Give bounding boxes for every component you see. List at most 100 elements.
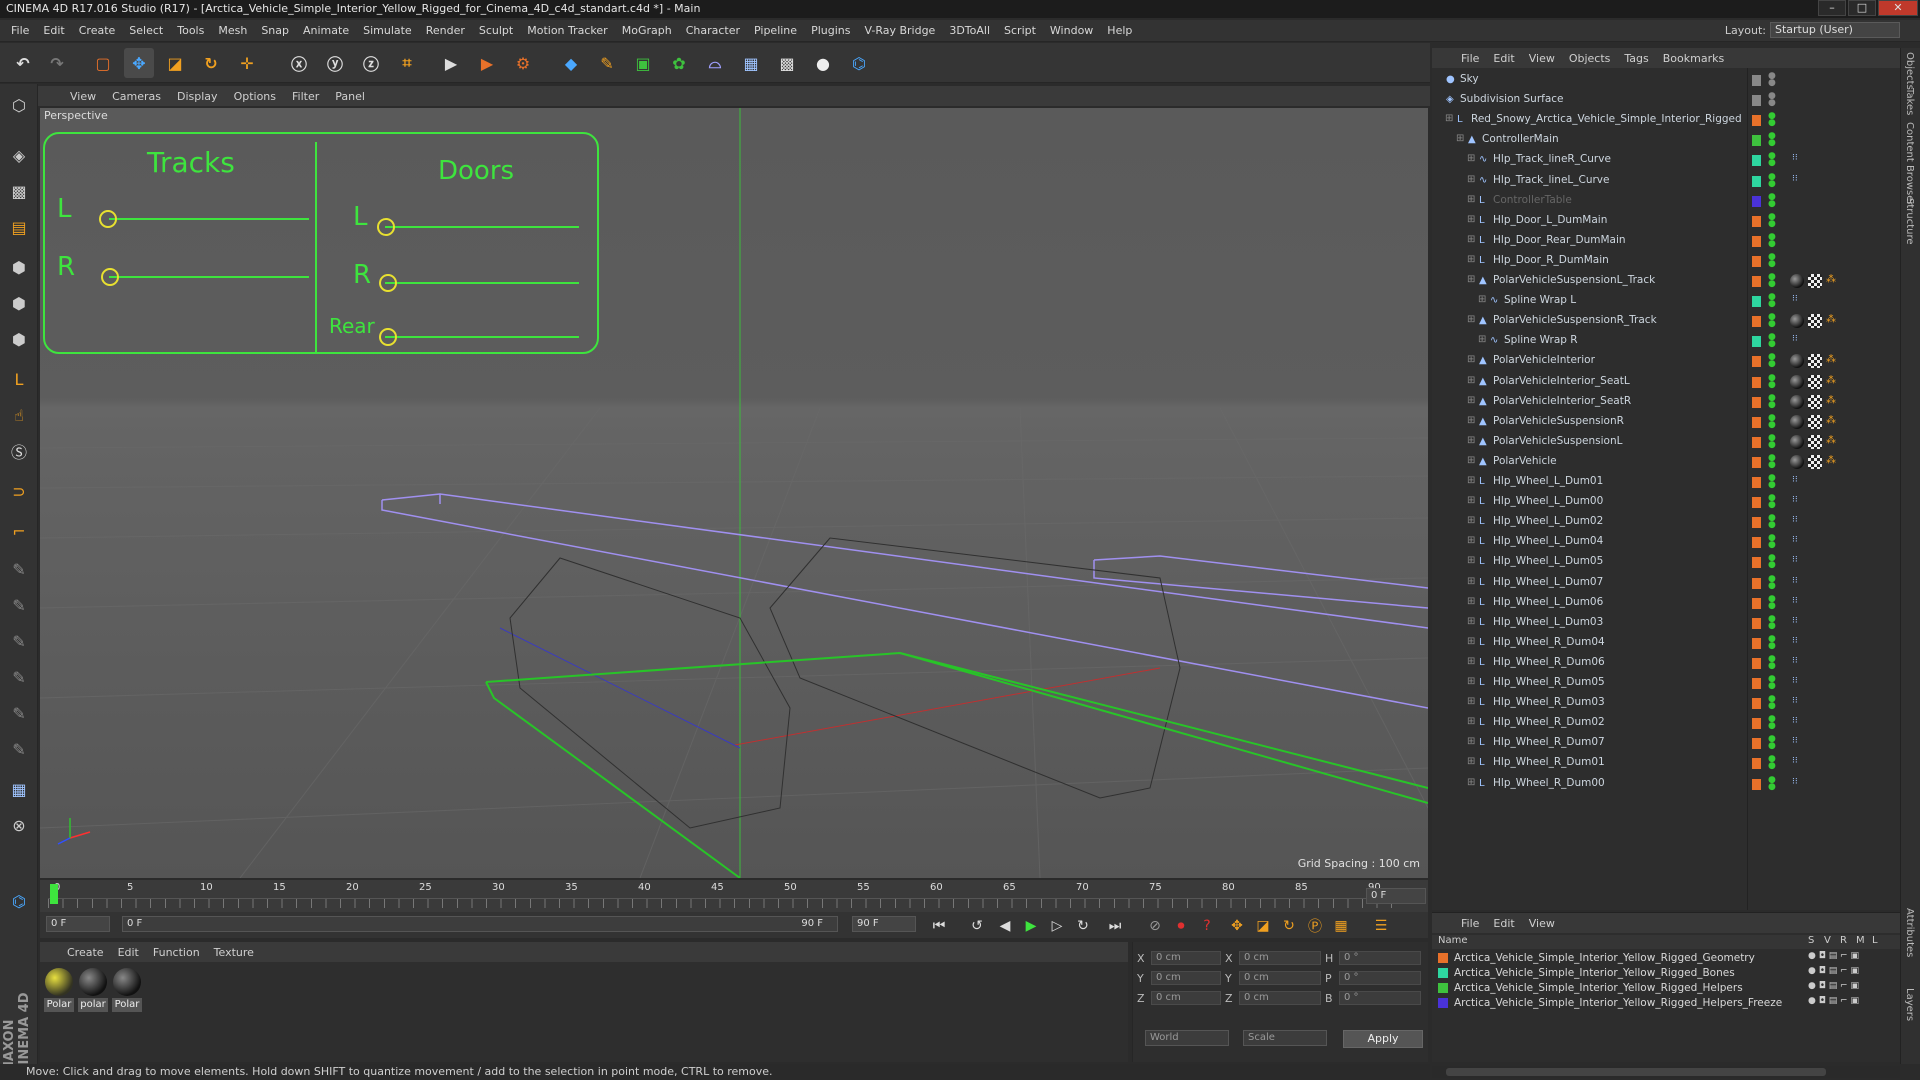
step-back-icon[interactable]: ◀ [994,916,1016,936]
go-to-end-icon[interactable]: ⏭ [1104,916,1126,936]
menu-file[interactable]: File [4,24,36,37]
object-row[interactable]: ⊞ L Hlp_Wheel_R_Dum06 ● ● ⁝⁝ [1432,653,1900,673]
motion-path-icon[interactable]: ⊘ [1144,916,1166,936]
expand-icon[interactable]: ⊞ [1467,696,1475,707]
object-name[interactable]: Hlp_Wheel_L_Dum00 [1493,495,1603,507]
material-tag-icon[interactable] [1790,454,1804,469]
layer-color-swatch[interactable] [1752,115,1761,127]
layer-color-swatch[interactable] [1752,456,1761,468]
expand-icon[interactable]: ⊞ [1467,555,1475,566]
layer-color-swatch[interactable] [1752,738,1761,750]
layer-color-swatch[interactable] [1752,778,1761,790]
layer-name[interactable]: Arctica_Vehicle_Simple_Interior_Yellow_R… [1454,967,1735,979]
menu-simulate[interactable]: Simulate [356,24,419,37]
object-row[interactable]: ⊞ L Hlp_Wheel_R_Dum04 ● ● ⁝⁝ [1432,633,1900,653]
object-row[interactable]: ⊞ ▲ ControllerMain ● ● [1432,130,1900,150]
weight-tag-icon[interactable]: ⁂ [1826,354,1840,368]
object-row[interactable]: ⊞ L Hlp_Wheel_L_Dum00 ● ● ⁝⁝ [1432,492,1900,512]
material-item[interactable]: Polar [44,968,74,1012]
layer-color-swatch[interactable] [1752,517,1761,529]
object-name[interactable]: PolarVehicle [1493,455,1557,467]
material-item[interactable]: Polar [112,968,142,1012]
weight-tag-icon[interactable]: ⁂ [1826,314,1840,328]
object-row[interactable]: ⊞ ▲ PolarVehicleInterior_SeatL ● ● ⁂ [1432,372,1900,392]
lock-workplane-icon[interactable]: ⊗ [4,810,34,840]
key-rotation-icon[interactable]: ↻ [1278,916,1300,936]
axis-mode-icon[interactable]: L [4,364,34,394]
layer-color-swatch[interactable] [1752,376,1761,388]
menu-create[interactable]: Create [72,24,123,37]
object-name[interactable]: Hlp_Wheel_L_Dum04 [1493,535,1603,547]
viewport-menu-filter[interactable]: Filter [284,90,327,103]
constraint-tag-icon[interactable]: ⁝⁝ [1792,515,1806,529]
object-name[interactable]: Hlp_Track_lineL_Curve [1493,174,1609,186]
material-menu-texture[interactable]: Texture [207,946,261,959]
visibility-dots-icon[interactable]: ● ● [1768,132,1776,148]
edges-mode-icon[interactable]: ⬢ [4,288,34,318]
coord-field[interactable]: 0 cm [1239,951,1321,965]
material-tag-icon[interactable] [1790,354,1804,369]
texture-tag-icon[interactable] [1808,274,1822,288]
layer-color-swatch[interactable] [1752,416,1761,428]
deformer-icon[interactable]: ⌓ [700,48,730,78]
layer-color-swatch[interactable] [1752,255,1761,267]
weight-tag-icon[interactable]: ⁂ [1826,455,1840,469]
object-row[interactable]: ⊞ L Hlp_Wheel_R_Dum05 ● ● ⁝⁝ [1432,673,1900,693]
menu-select[interactable]: Select [122,24,170,37]
object-name[interactable]: Hlp_Wheel_R_Dum06 [1493,656,1605,668]
texture-mode-icon[interactable]: ▩ [4,176,34,206]
viewport-menu-panel[interactable]: Panel [327,90,373,103]
weight-tag-icon[interactable]: ⁂ [1826,274,1840,288]
brush-icon-2[interactable]: ✎ [4,590,34,620]
object-row[interactable]: ⊞ L Hlp_Door_L_DumMain ● ● [1432,211,1900,231]
layer-color-swatch[interactable] [1752,75,1761,86]
constraint-tag-icon[interactable]: ⁝⁝ [1792,153,1806,167]
expand-icon[interactable]: ⊞ [1478,294,1486,305]
expand-icon[interactable]: ⊞ [1467,214,1475,225]
layer-row[interactable]: Arctica_Vehicle_Simple_Interior_Yellow_R… [1438,981,1743,995]
go-to-start-icon[interactable]: ⏮ [928,916,950,936]
layer-name[interactable]: Arctica_Vehicle_Simple_Interior_Yellow_R… [1454,982,1743,994]
door-l-slider[interactable] [377,218,395,236]
visibility-dots-icon[interactable]: ● ● [1768,453,1776,469]
coord-field[interactable]: 0 cm [1239,991,1321,1005]
visibility-dots-icon[interactable]: ● ● [1768,373,1776,389]
layer-color-swatch[interactable] [1752,617,1761,629]
expand-icon[interactable]: ⊞ [1467,576,1475,587]
door-r-slider[interactable] [379,274,397,292]
brush-icon-5[interactable]: ✎ [4,698,34,728]
menu-sculpt[interactable]: Sculpt [472,24,520,37]
layer-color-swatch[interactable] [1752,316,1761,328]
layer-color-swatch[interactable] [1752,597,1761,609]
expand-icon[interactable]: ⊞ [1467,777,1475,788]
layer-color-swatch[interactable] [1752,235,1761,247]
maximize-icon[interactable]: □ [1848,0,1876,16]
layer-toggles-icon[interactable]: ● ◘ ▤ ⌐ ▣ [1808,981,1859,991]
subdivision-icon[interactable]: ▣ [628,48,658,78]
start-frame-field[interactable]: 0 F [46,916,110,932]
brush-icon-6[interactable]: ✎ [4,734,34,764]
side-tab-content-browser[interactable]: Content Browser [1904,122,1915,205]
x-axis-icon[interactable]: ⓧ [284,48,314,78]
layer-color-swatch[interactable] [1752,95,1761,107]
object-row[interactable]: ⊞ ▲ PolarVehicleSuspensionR_Track ● ● ⁂ [1432,311,1900,331]
expand-icon[interactable]: ⊞ [1467,596,1475,607]
y-axis-icon[interactable]: ⓨ [320,48,350,78]
texture-tag-icon[interactable] [1808,394,1822,409]
menu-v-ray-bridge[interactable]: V-Ray Bridge [857,24,942,37]
expand-icon[interactable]: ⊞ [1467,254,1475,265]
playhead[interactable] [50,884,58,904]
object-menu-file[interactable]: File [1454,52,1486,65]
object-row[interactable]: ⊞ L Hlp_Wheel_L_Dum04 ● ● ⁝⁝ [1432,532,1900,552]
object-name[interactable]: ControllerTable [1493,194,1572,206]
object-row[interactable]: ● Sky ● ● [1432,70,1900,90]
object-name[interactable]: PolarVehicleInterior [1493,354,1595,366]
layer-toggles-icon[interactable]: ● ◘ ▤ ⌐ ▣ [1808,951,1859,961]
object-row[interactable]: ⊞ ∿ Hlp_Track_lineL_Curve ● ● ⁝⁝ [1432,171,1900,191]
expand-icon[interactable]: ⊞ [1467,354,1475,365]
layer-menu-file[interactable]: File [1454,917,1486,930]
pen-icon[interactable]: ✎ [592,48,622,78]
coord-field[interactable]: 0 cm [1239,971,1321,985]
array-icon[interactable]: ✿ [664,48,694,78]
expand-icon[interactable]: ⊞ [1467,636,1475,647]
